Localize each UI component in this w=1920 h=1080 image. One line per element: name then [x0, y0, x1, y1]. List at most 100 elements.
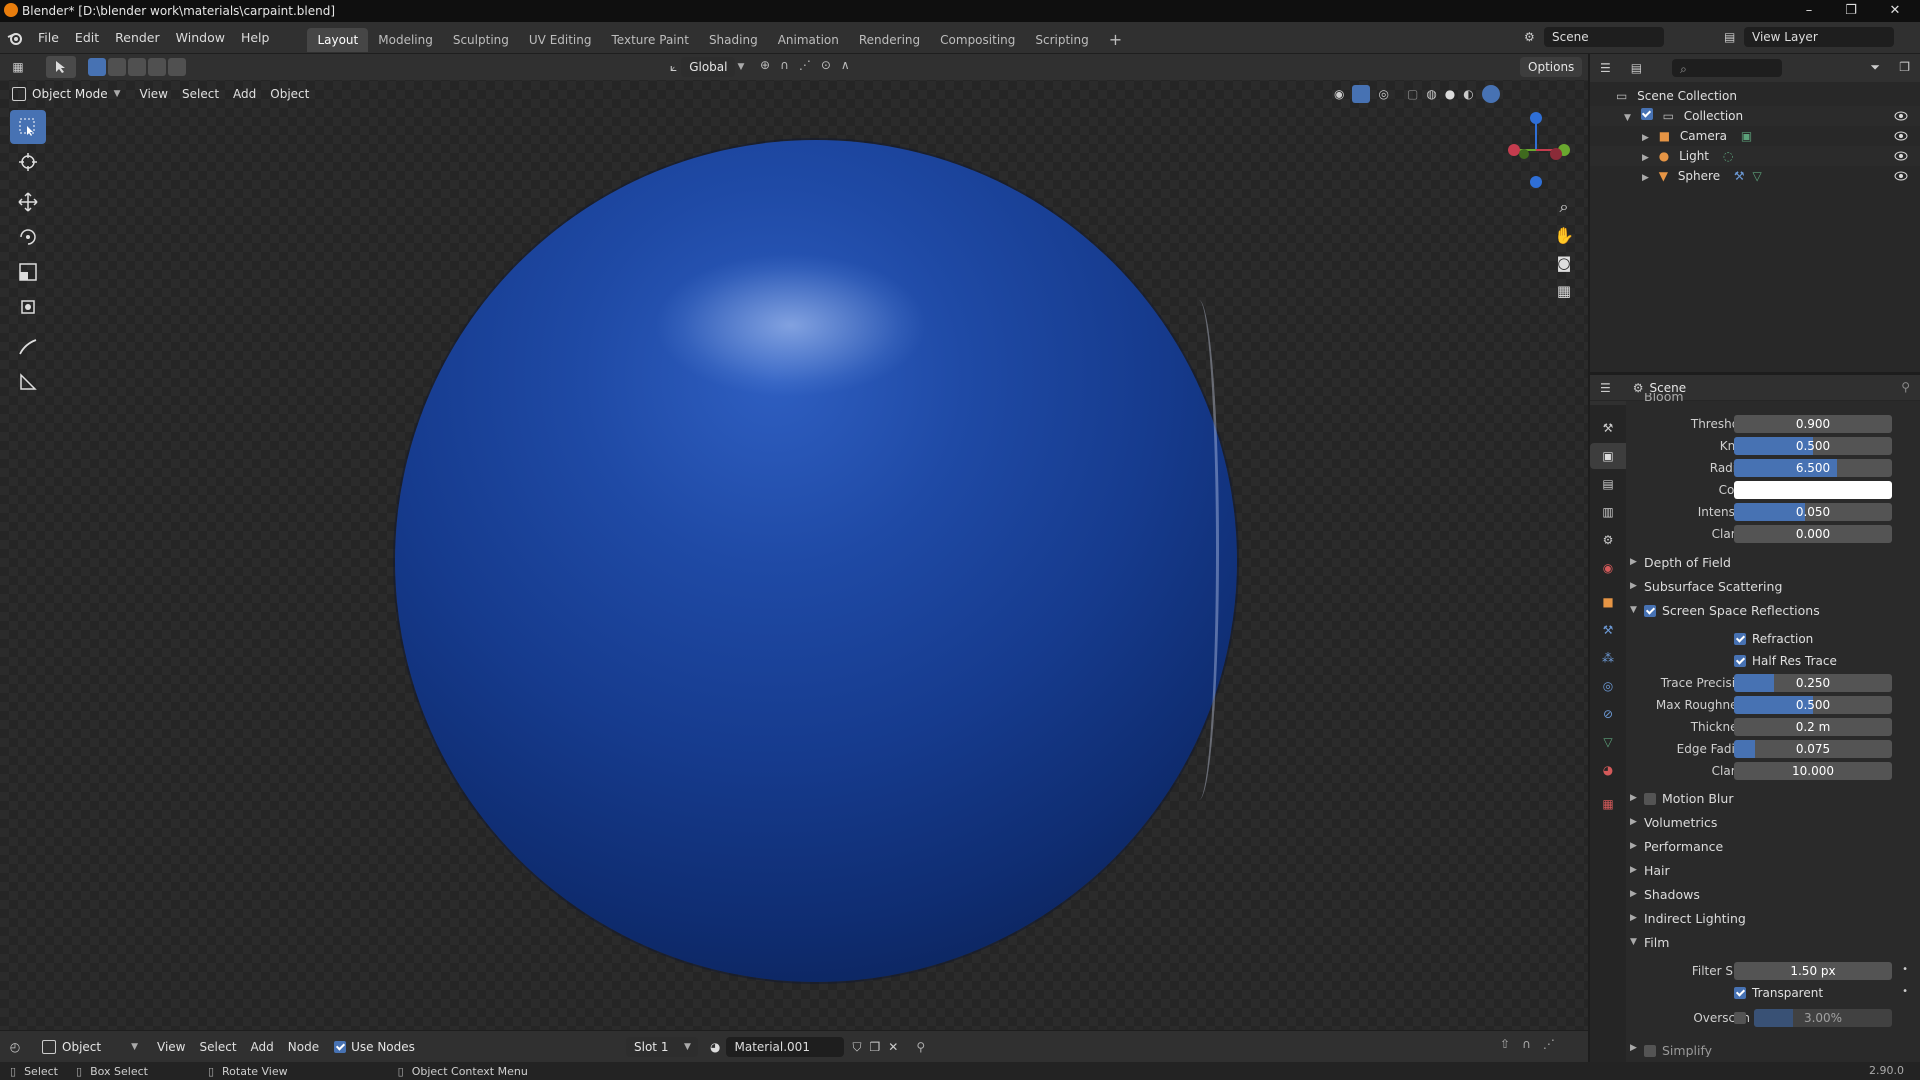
panel-screen-space-reflections[interactable]: ▼ Screen Space Reflections	[1626, 599, 1920, 623]
add-workspace-button[interactable]: +	[1099, 28, 1132, 52]
filter-size-field[interactable]: 1.50 px	[1734, 962, 1892, 980]
panel-volumetrics[interactable]: ▶ Volumetrics	[1626, 811, 1920, 835]
tab-render-icon[interactable]: ▣	[1590, 443, 1626, 469]
color-swatch[interactable]	[1734, 481, 1892, 499]
orientation-dropdown[interactable]: ⟀ Global ▼	[670, 57, 744, 77]
rotate-tool[interactable]	[10, 220, 46, 254]
proportional-edit-icon[interactable]: ⊙	[821, 58, 831, 72]
tab-sculpting[interactable]: Sculpting	[443, 28, 519, 52]
outliner-item-camera[interactable]: ▶ ■ Camera ▣	[1590, 126, 1920, 146]
scene-field[interactable]: Scene	[1544, 27, 1664, 47]
menu-window[interactable]: Window	[168, 22, 233, 54]
xray-icon[interactable]: ▢	[1407, 87, 1418, 101]
camera-data-icon[interactable]: ▣	[1741, 129, 1752, 143]
gizmo-toggle-icon[interactable]	[1352, 85, 1371, 103]
tab-data-icon[interactable]: ▽	[1590, 729, 1626, 755]
node-menu-add[interactable]: Add	[244, 1033, 281, 1061]
tab-shading[interactable]: Shading	[699, 28, 768, 52]
tab-texture-paint[interactable]: Texture Paint	[602, 28, 699, 52]
tab-physics-icon[interactable]: ◎	[1590, 673, 1626, 699]
eye-icon[interactable]	[1894, 169, 1908, 183]
pin-icon[interactable]: ⚲	[916, 1040, 925, 1054]
edge-fading-slider[interactable]: 0.075	[1734, 740, 1892, 758]
menu-file[interactable]: File	[30, 22, 67, 54]
viewport-menu-select[interactable]: Select	[175, 80, 226, 108]
snap-icon[interactable]: ∩	[1522, 1037, 1531, 1051]
select-new-icon[interactable]	[88, 58, 106, 76]
menu-render[interactable]: Render	[107, 22, 168, 54]
material-selector[interactable]: ◕ Material.001 ⛉ ❐ ✕ ⚲	[710, 1037, 925, 1057]
expand-arrow-icon[interactable]: ▶	[1642, 133, 1649, 143]
rendered-shading-icon[interactable]	[1481, 85, 1500, 103]
options-dropdown[interactable]: Options	[1520, 57, 1583, 77]
maximize-button[interactable]: ❐	[1828, 0, 1874, 22]
camera-view-icon[interactable]: ◙	[1550, 249, 1578, 277]
thickness-field[interactable]: 0.2 m	[1734, 718, 1892, 736]
overlay-icon[interactable]: ◎	[1378, 87, 1388, 101]
falloff-icon[interactable]: ∧	[841, 58, 850, 72]
transparent-checkbox[interactable]	[1734, 987, 1746, 999]
editor-type-icon[interactable]: ◴	[0, 1040, 30, 1054]
visibility-icon[interactable]: ◉	[1334, 87, 1344, 101]
tab-modeling[interactable]: Modeling	[368, 28, 443, 52]
select-invert-icon[interactable]	[148, 58, 166, 76]
parent-node-tree-icon[interactable]: ⇧	[1500, 1037, 1510, 1051]
tab-scene-icon[interactable]: ⚙	[1590, 527, 1626, 553]
orientation-value[interactable]: Global	[681, 57, 736, 77]
minimize-button[interactable]: –	[1786, 0, 1832, 22]
viewport-menu-view[interactable]: View	[133, 80, 175, 108]
view-layer-field[interactable]: View Layer	[1744, 27, 1894, 47]
select-tool-icon[interactable]	[46, 56, 76, 78]
3d-viewport[interactable]	[0, 54, 1588, 1061]
tab-animation[interactable]: Animation	[768, 28, 849, 52]
tab-scripting[interactable]: Scripting	[1025, 28, 1098, 52]
panel-simplify[interactable]: ▶ Simplify	[1626, 1035, 1920, 1057]
tab-tool-icon[interactable]: ⚒	[1590, 415, 1626, 441]
half-res-trace-checkbox[interactable]	[1734, 655, 1746, 667]
select-box-tool[interactable]	[10, 110, 46, 144]
duplicate-material-icon[interactable]: ❐	[870, 1040, 881, 1054]
tab-view-layer-icon[interactable]: ▥	[1590, 499, 1626, 525]
threshold-slider[interactable]: 0.900	[1734, 415, 1892, 433]
scene-selector[interactable]: ⚙ Scene	[1524, 27, 1664, 47]
solid-shading-icon[interactable]: ●	[1445, 87, 1455, 101]
clamp-slider[interactable]: 0.000	[1734, 525, 1892, 543]
expand-arrow-icon[interactable]: ▼	[1624, 113, 1631, 123]
properties-editor-icon[interactable]: ☰	[1600, 381, 1611, 395]
radius-slider[interactable]: 6.500	[1734, 459, 1892, 477]
panel-motion-blur[interactable]: ▶ Motion Blur	[1626, 787, 1920, 811]
pan-hand-icon[interactable]: ✋	[1550, 221, 1578, 249]
select-subtract-icon[interactable]	[128, 58, 146, 76]
use-nodes-checkbox[interactable]	[334, 1040, 347, 1053]
mesh-data-icon[interactable]: ▽	[1753, 169, 1762, 183]
modifier-wrench-icon[interactable]: ⚒	[1734, 169, 1745, 183]
eye-icon[interactable]	[1894, 109, 1908, 123]
ssr-clamp-field[interactable]: 10.000	[1734, 762, 1892, 780]
overscan-checkbox[interactable]	[1734, 1012, 1746, 1024]
keyframe-dot-icon[interactable]: •	[1902, 964, 1908, 975]
wireframe-shading-icon[interactable]: ◍	[1426, 87, 1436, 101]
intensity-slider[interactable]: 0.050	[1734, 503, 1892, 521]
tab-rendering[interactable]: Rendering	[849, 28, 930, 52]
tab-material-icon[interactable]: ◕	[1590, 757, 1626, 783]
tab-output-icon[interactable]: ▤	[1590, 471, 1626, 497]
panel-subsurface-scattering[interactable]: ▶ Subsurface Scattering	[1626, 575, 1920, 599]
overscan-slider[interactable]: 3.00%	[1754, 1009, 1892, 1027]
perspective-grid-icon[interactable]: ▦	[1550, 277, 1578, 305]
tab-modifier-icon[interactable]: ⚒	[1590, 617, 1626, 643]
refraction-checkbox[interactable]	[1734, 633, 1746, 645]
select-intersect-icon[interactable]	[168, 58, 186, 76]
new-collection-icon[interactable]: ❐	[1899, 60, 1910, 74]
panel-indirect-lighting[interactable]: ▶ Indirect Lighting	[1626, 907, 1920, 931]
expand-arrow-icon[interactable]: ▶	[1642, 153, 1649, 163]
sphere-object[interactable]	[395, 140, 1237, 982]
outliner-item-collection[interactable]: ▼ ▭ Collection	[1590, 106, 1920, 126]
keyframe-dot-icon[interactable]: •	[1902, 986, 1908, 997]
slot-dropdown[interactable]: Slot 1 ▼	[626, 1037, 698, 1057]
knee-slider[interactable]: 0.500	[1734, 437, 1892, 455]
measure-tool[interactable]	[10, 365, 46, 399]
scale-tool[interactable]	[10, 255, 46, 289]
tab-compositing[interactable]: Compositing	[930, 28, 1025, 52]
menu-help[interactable]: Help	[233, 22, 278, 54]
transparent-row[interactable]: Transparent •	[1626, 982, 1920, 1004]
